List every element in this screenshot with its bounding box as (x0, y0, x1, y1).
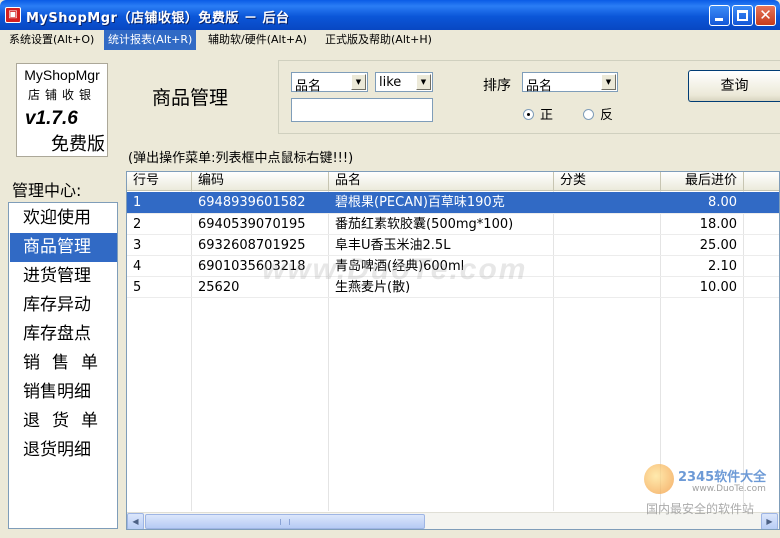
sort-asc-radio[interactable]: 正 (523, 104, 553, 123)
watermark-logo: 2345软件大全 www.DuoTe.com 国内最安全的软件站 (640, 460, 780, 538)
sidebar-item-products[interactable]: 商品管理 (10, 233, 117, 262)
window-title: MyShopMgr（店铺收银）免费版 － 后台 (26, 11, 290, 26)
sidebar-item-purchase[interactable]: 进货管理 (10, 262, 117, 291)
sidebar-item-sales-detail[interactable]: 销售明细 (10, 378, 117, 407)
close-icon: ✕ (759, 6, 772, 24)
watermark-brand: 2345软件大全 (678, 470, 767, 485)
logo-version: v1.7.6 (25, 108, 78, 129)
query-button[interactable]: 查询 (688, 70, 780, 102)
logo-subtitle: 店铺收银 (27, 88, 96, 102)
page-title: 商品管理 (152, 87, 229, 109)
table-row[interactable]: 1 6948939601582 碧根果(PECAN)百草味190克 8.00 (127, 192, 779, 213)
chevron-down-icon[interactable]: ▼ (416, 74, 431, 90)
sidebar-title: 管理中心: (12, 181, 82, 200)
grip-icon (280, 519, 290, 525)
maximize-icon (737, 10, 748, 21)
menu-help[interactable]: 正式版及帮助(Alt+H) (321, 30, 436, 50)
radio-checked-icon (523, 109, 534, 120)
sidebar-item-stock-count[interactable]: 库存盘点 (10, 320, 117, 349)
column-header-filler (744, 172, 779, 191)
mascot-icon (644, 464, 674, 494)
scroll-left-button[interactable]: ◀ (127, 513, 144, 529)
menu-system-settings[interactable]: 系统设置(Alt+O) (5, 30, 98, 50)
column-header-category[interactable]: 分类 (554, 172, 661, 191)
watermark-text: www.DuoTe.com (262, 253, 528, 286)
maximize-button[interactable] (732, 5, 753, 26)
sidebar-item-return-order[interactable]: 退货单 (10, 407, 117, 436)
watermark-url: www.DuoTe.com (692, 484, 766, 494)
menu-aux-software[interactable]: 辅助软/硬件(Alt+A) (204, 30, 311, 50)
column-header-last-price[interactable]: 最后进价 (661, 172, 744, 191)
minimize-icon (715, 18, 723, 21)
minimize-button[interactable] (709, 5, 730, 26)
keyword-input[interactable] (291, 98, 433, 122)
column-header-row-no[interactable]: 行号 (127, 172, 192, 191)
close-button[interactable]: ✕ (755, 5, 776, 26)
table-row[interactable]: 2 6940539070195 番茄红素软胶囊(500mg*100) 18.00 (127, 214, 779, 235)
menu-bar: 系统设置(Alt+O) 统计报表(Alt+R) 辅助软/硬件(Alt+A) 正式… (0, 30, 780, 50)
sort-label: 排序 (483, 78, 511, 94)
radio-unchecked-icon (583, 109, 594, 120)
column-header-code[interactable]: 编码 (192, 172, 329, 191)
chevron-down-icon[interactable]: ▼ (351, 74, 366, 90)
field-select[interactable]: 品名 ▼ (291, 72, 368, 94)
sort-desc-radio[interactable]: 反 (583, 104, 613, 123)
watermark-slogan: 国内最安全的软件站 (646, 502, 755, 516)
sort-select[interactable]: 品名 ▼ (522, 72, 618, 94)
sidebar-nav: 欢迎使用 商品管理 进货管理 库存异动 库存盘点 销售单 销售明细 退货单 退货… (8, 202, 118, 529)
column-header-name[interactable]: 品名 (329, 172, 554, 191)
operator-select[interactable]: like ▼ (375, 72, 433, 92)
logo-edition: 免费版 (51, 134, 105, 155)
sidebar-item-welcome[interactable]: 欢迎使用 (10, 204, 117, 233)
chevron-down-icon[interactable]: ▼ (601, 74, 616, 90)
logo-name: MyShopMgr (24, 67, 100, 83)
app-icon[interactable]: ▣ (5, 7, 21, 23)
menu-statistics[interactable]: 统计报表(Alt+R) (104, 30, 197, 50)
scrollbar-thumb[interactable] (145, 514, 425, 529)
product-logo: MyShopMgr 店铺收银 v1.7.6 免费版 (16, 63, 108, 157)
sidebar-item-stock-change[interactable]: 库存异动 (10, 291, 117, 320)
sidebar-item-return-detail[interactable]: 退货明细 (10, 436, 117, 465)
sidebar-item-sales-order[interactable]: 销售单 (10, 349, 117, 378)
context-menu-hint: (弹出操作菜单:列表框中点鼠标右键!!!) (128, 151, 354, 166)
title-bar[interactable]: ▣ MyShopMgr（店铺收银）免费版 － 后台 ✕ (0, 0, 780, 30)
